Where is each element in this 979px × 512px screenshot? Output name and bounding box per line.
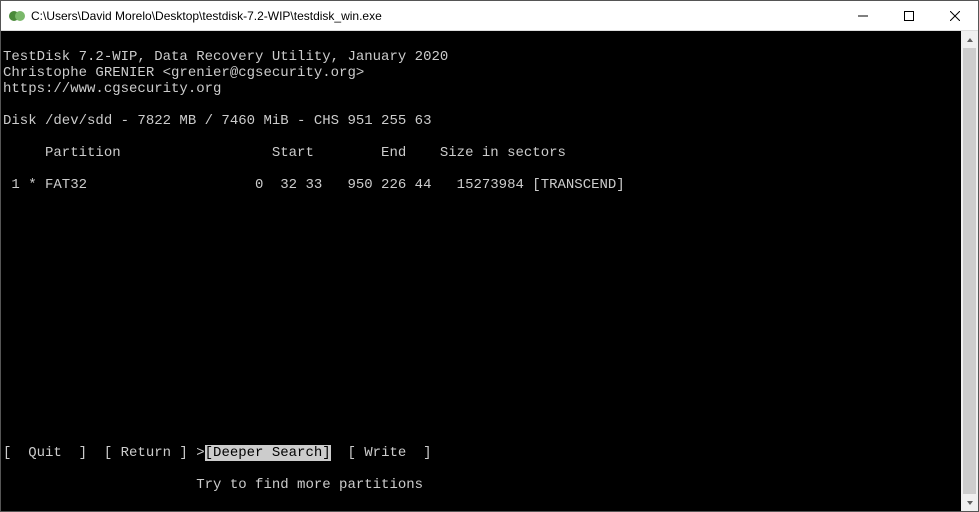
app-header-line2: Christophe GRENIER <grenier@cgsecurity.o… xyxy=(3,65,364,81)
scroll-up-button[interactable] xyxy=(961,31,978,48)
menu-hint: Try to find more partitions xyxy=(3,477,961,493)
menu-quit[interactable]: [ Quit ] [ Return ] xyxy=(3,445,196,461)
partition-table-header: Partition Start End Size in sectors xyxy=(3,145,566,161)
window-controls xyxy=(840,1,978,30)
window-title: C:\Users\David Morelo\Desktop\testdisk-7… xyxy=(31,9,840,23)
disk-info-line: Disk /dev/sdd - 7822 MB / 7460 MiB - CHS… xyxy=(3,113,431,129)
close-button[interactable] xyxy=(932,1,978,30)
scroll-down-button[interactable] xyxy=(961,494,978,511)
scrollbar-thumb[interactable] xyxy=(963,48,976,494)
scrollbar-track[interactable] xyxy=(961,48,978,494)
minimize-button[interactable] xyxy=(840,1,886,30)
menu-deeper-search[interactable]: [Deeper Search] xyxy=(205,445,331,461)
app-header-line3: https://www.cgsecurity.org xyxy=(3,81,221,97)
app-header-line1: TestDisk 7.2-WIP, Data Recovery Utility,… xyxy=(3,49,448,65)
partition-row: 1 * FAT32 0 32 33 950 226 44 15273984 [T… xyxy=(3,177,625,193)
maximize-button[interactable] xyxy=(886,1,932,30)
scrollbar[interactable] xyxy=(961,31,978,511)
menu-cursor: > xyxy=(196,445,204,461)
titlebar: C:\Users\David Morelo\Desktop\testdisk-7… xyxy=(1,1,978,31)
app-icon xyxy=(9,8,25,24)
terminal-output: TestDisk 7.2-WIP, Data Recovery Utility,… xyxy=(1,31,961,511)
menu-write[interactable]: [ Write ] xyxy=(331,445,432,461)
